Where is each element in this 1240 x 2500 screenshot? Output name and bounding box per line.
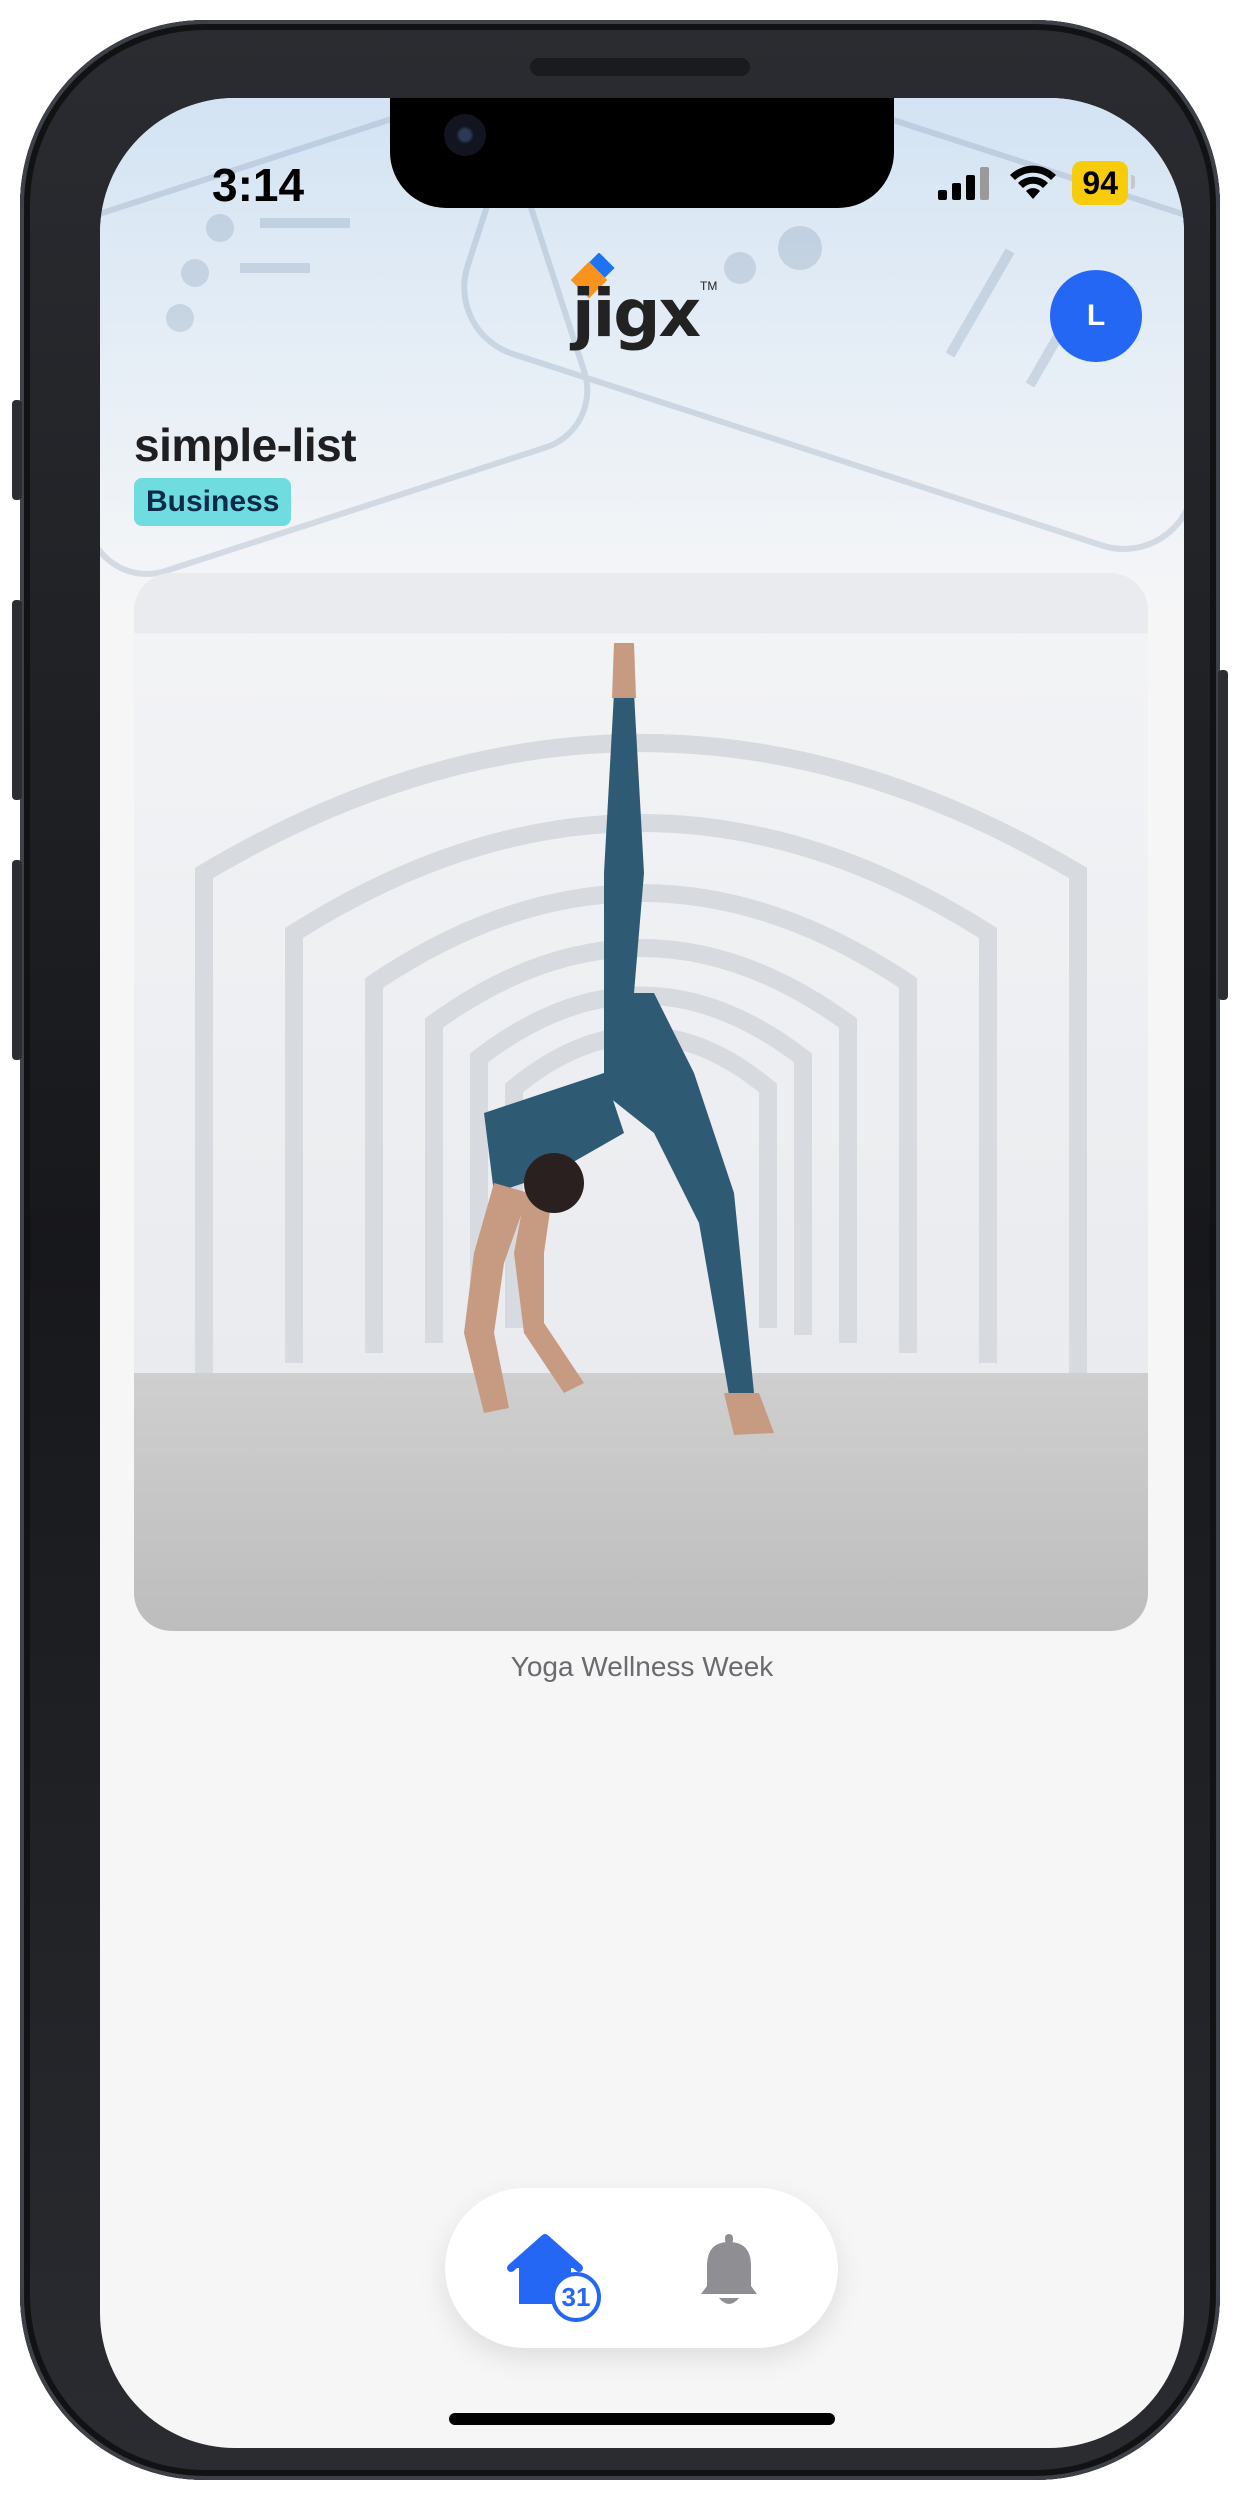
image-caption: Yoga Wellness Week [510,1651,774,1682]
event-image[interactable] [134,573,1148,1631]
phone-frame: 3:14 94 jigx TM L simple-list Business Y… [12,20,1228,2480]
notch [390,98,894,208]
home-badge-count: 31 [561,2281,591,2312]
bell-icon [701,2234,757,2304]
battery-level: 94 [1082,165,1118,201]
status-icons: 94 [936,158,1135,208]
page-title: simple-list [134,419,357,471]
volume-up-button [12,600,22,800]
tab-home[interactable]: 31 [505,2230,605,2330]
app-logo: jigx TM [562,253,722,353]
action-button [12,400,22,500]
home-indicator[interactable] [449,2413,835,2425]
tab-notifications[interactable] [697,2232,767,2312]
logo-trademark: TM [700,279,718,293]
volume-down-button [12,860,22,1060]
status-time: 3:14 [212,159,305,211]
bottom-tab-bar: 31 [445,2188,838,2348]
power-button [1218,670,1228,1000]
avatar-initial: L [1086,299,1106,332]
front-camera [444,114,486,156]
screen: 3:14 94 jigx TM L simple-list Business Y… [100,98,1184,2448]
cellular-signal-icon [938,167,990,200]
speaker-grille [530,58,750,76]
avatar[interactable]: L [1050,270,1142,362]
battery-icon: 94 [1072,161,1135,205]
home-badge: 31 [551,2272,601,2322]
category-badge: Business [134,478,292,526]
wifi-icon [1010,165,1057,199]
yoga-photo [134,573,1148,1631]
logo-text: jigx [572,275,701,352]
